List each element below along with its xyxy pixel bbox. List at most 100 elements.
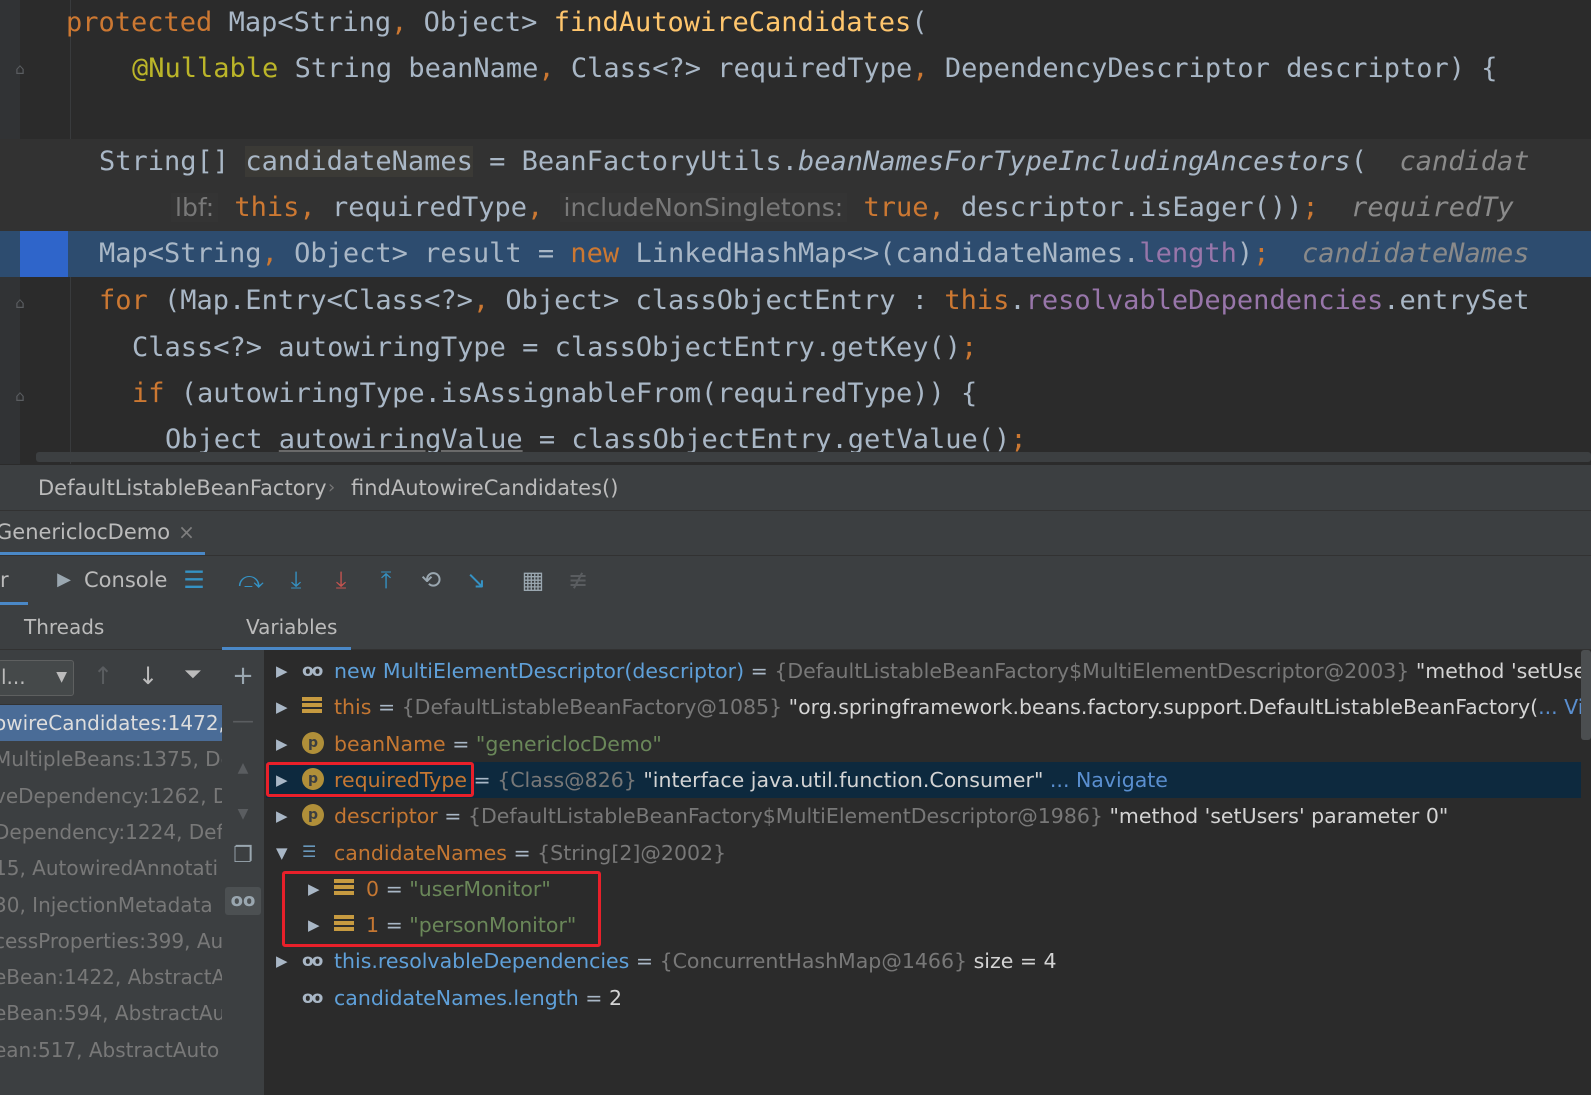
- code-editor[interactable]: ⌂ ⌂ ⌂ protected Map<String, Object> find…: [0, 0, 1591, 464]
- force-step-into-icon[interactable]: ⤓: [327, 566, 355, 594]
- debug-session-tab[interactable]: GenericlocDemo ×: [0, 511, 205, 556]
- down-arrow-icon[interactable]: ↓: [138, 662, 158, 690]
- trace-icon[interactable]: ≢: [564, 566, 592, 594]
- variable-row[interactable]: ▶ oo new MultiElementDescriptor(descriptor…: [266, 653, 1581, 689]
- vertical-scrollbar[interactable]: [1581, 650, 1591, 740]
- code-line[interactable]: for (Map.Entry<Class<?>, Object> classOb…: [0, 278, 1591, 324]
- code-token: @Nullable: [132, 53, 295, 84]
- step-out-icon[interactable]: ⤒: [372, 566, 400, 594]
- variable-row[interactable]: ▶ this = {DefaultListableBeanFactory@1085…: [266, 689, 1581, 725]
- variable-name: descriptor: [334, 804, 438, 829]
- field-icon: [302, 697, 322, 716]
- move-down-icon[interactable]: ▼: [229, 800, 257, 828]
- stack-frame[interactable]: eBean:594, AbstractAu: [0, 995, 222, 1031]
- variable-row[interactable]: ▶ p beanName = "genericlocDemo": [266, 726, 1581, 762]
- variable-link[interactable]: ... View: [1538, 695, 1581, 719]
- variables-tab-label: Variables: [246, 615, 338, 639]
- code-token: DependencyDescriptor descriptor) {: [944, 53, 1498, 84]
- code-token: ,: [391, 7, 424, 38]
- horizontal-scrollbar[interactable]: [36, 452, 1591, 462]
- debug-session-tabbar: GenericlocDemo ×: [0, 510, 1591, 556]
- code-token: requiredType: [331, 192, 528, 223]
- threads-tab-label: Threads: [24, 615, 105, 639]
- breadcrumb-class[interactable]: DefaultListableBeanFactory: [38, 465, 327, 511]
- code-token: ,: [538, 53, 571, 84]
- step-over-icon[interactable]: ⤼: [237, 566, 265, 594]
- run-to-cursor-icon[interactable]: ↘: [462, 566, 490, 594]
- stack-frame[interactable]: veDependency:1262, D: [0, 778, 222, 814]
- console-icon: ▶: [57, 569, 71, 590]
- stack-frame[interactable]: eBean:1422, AbstractA: [0, 959, 222, 995]
- layout-icon[interactable]: ☰: [180, 566, 208, 594]
- add-watch-icon[interactable]: +: [229, 662, 257, 690]
- variable-row[interactable]: ▶ p descriptor = {DefaultListableBeanFacto…: [266, 798, 1581, 834]
- execution-point-line[interactable]: Map<String, Object> result = new LinkedH…: [0, 231, 1591, 277]
- watch-glasses-icon: oo: [302, 987, 323, 1008]
- variable-value: "method 'setUsers: [1415, 659, 1581, 683]
- variable-type: {String[2]@2002}: [537, 840, 727, 865]
- code-token: ;: [1302, 192, 1352, 223]
- breadcrumb-method[interactable]: findAutowireCandidates(): [351, 465, 618, 511]
- variables-tab[interactable]: Variables: [222, 605, 1591, 650]
- stack-frame[interactable]: 30, InjectionMetadata: [0, 887, 222, 923]
- code-token: includeNonSingletons:: [559, 193, 848, 222]
- variable-text: this = {DefaultListableBeanFactory@1085}…: [334, 689, 1581, 725]
- code-token: this: [944, 285, 1010, 316]
- thread-selector[interactable]: l... ▼: [0, 660, 74, 696]
- variable-link[interactable]: ... Navigate: [1043, 768, 1168, 792]
- stack-frame[interactable]: owireCandidates:1472,: [0, 705, 222, 741]
- stack-frame[interactable]: ean:517, AbstractAuto: [0, 1032, 222, 1068]
- frames-panel: Threads l... ▼ ↑ ↓ ⏷ owireCandidates:147…: [0, 605, 223, 1095]
- code-token: ;: [961, 332, 978, 363]
- variable-value: "interface java.util.function.Consumer": [636, 767, 1044, 792]
- variable-equals: =: [371, 695, 402, 720]
- param-icon: p: [302, 731, 324, 754]
- variable-row[interactable]: ▼ ☰ candidateNames = {String[2]@2002}: [266, 835, 1581, 871]
- variables-panel: Variables + — ▲ ▼ ❐ oo ▶ oo new MultiEleme…: [222, 605, 1591, 1095]
- remove-watch-icon[interactable]: —: [229, 708, 257, 736]
- code-token: ;: [1010, 424, 1027, 455]
- stack-frame[interactable]: 15, AutowiredAnnotati: [0, 850, 222, 886]
- stack-frame[interactable]: MultipleBeans:1375, De: [0, 741, 222, 777]
- expand-icon[interactable]: ▶: [276, 943, 292, 979]
- stack-frame[interactable]: Dependency:1224, Defa: [0, 814, 222, 850]
- variable-equals: =: [744, 659, 775, 683]
- collapse-icon[interactable]: ▼: [276, 835, 292, 871]
- evaluate-icon[interactable]: ▦: [519, 566, 547, 594]
- variable-value: size = 4: [967, 949, 1057, 974]
- code-line[interactable]: protected Map<String, Object> findAutowi…: [0, 0, 1591, 46]
- code-line[interactable]: @Nullable String beanName, Class<?> requ…: [0, 46, 1591, 92]
- code-token: Object> classObjectEntry :: [505, 285, 945, 316]
- step-into-icon[interactable]: ⤓: [282, 566, 310, 594]
- move-up-icon[interactable]: ▲: [229, 754, 257, 782]
- code-line[interactable]: Class<?> autowiringType = classObjectEnt…: [0, 325, 1591, 371]
- variable-row[interactable]: oo candidateNames.length = 2: [266, 980, 1581, 1016]
- expand-icon[interactable]: ▶: [276, 689, 292, 725]
- console-tab[interactable]: Console: [84, 556, 167, 605]
- stack-frame[interactable]: cessProperties:399, Au: [0, 923, 222, 959]
- expand-icon[interactable]: ▶: [276, 653, 292, 689]
- variable-row[interactable]: ▶ oo this.resolvableDependencies = {Concur…: [266, 943, 1581, 979]
- code-token: ,: [261, 238, 295, 269]
- variable-text: new MultiElementDescriptor(descriptor) =…: [334, 653, 1581, 689]
- variable-name: candidateNames.length: [334, 985, 579, 1010]
- expand-icon[interactable]: ▶: [276, 798, 292, 834]
- code-token: new: [570, 238, 636, 269]
- variable-type: {Class@826}: [497, 767, 637, 792]
- filter-icon[interactable]: ⏷: [184, 662, 202, 687]
- code-line[interactable]: if (autowiringType.isAssignableFrom(requ…: [0, 371, 1591, 417]
- up-arrow-icon[interactable]: ↑: [93, 662, 113, 690]
- drop-frame-icon[interactable]: ⟲: [417, 566, 445, 594]
- variable-value: "genericlocDemo": [475, 731, 662, 756]
- code-line[interactable]: lbf: this, requiredType, includeNonSingl…: [0, 185, 1591, 231]
- close-icon[interactable]: ×: [178, 520, 195, 544]
- variable-type: {DefaultListableBeanFactory@1085}: [401, 695, 783, 720]
- code-token: LinkedHashMap<>(candidateNames.: [635, 238, 1140, 269]
- expand-icon[interactable]: ▶: [276, 726, 292, 762]
- watch-glasses-icon[interactable]: oo: [225, 887, 261, 915]
- code-line[interactable]: String[] candidateNames = BeanFactoryUti…: [0, 139, 1591, 185]
- code-token: if: [132, 378, 181, 409]
- code-token: requiredTy: [1351, 192, 1514, 223]
- threads-tab[interactable]: Threads: [0, 605, 222, 650]
- copy-icon[interactable]: ❐: [229, 842, 257, 870]
